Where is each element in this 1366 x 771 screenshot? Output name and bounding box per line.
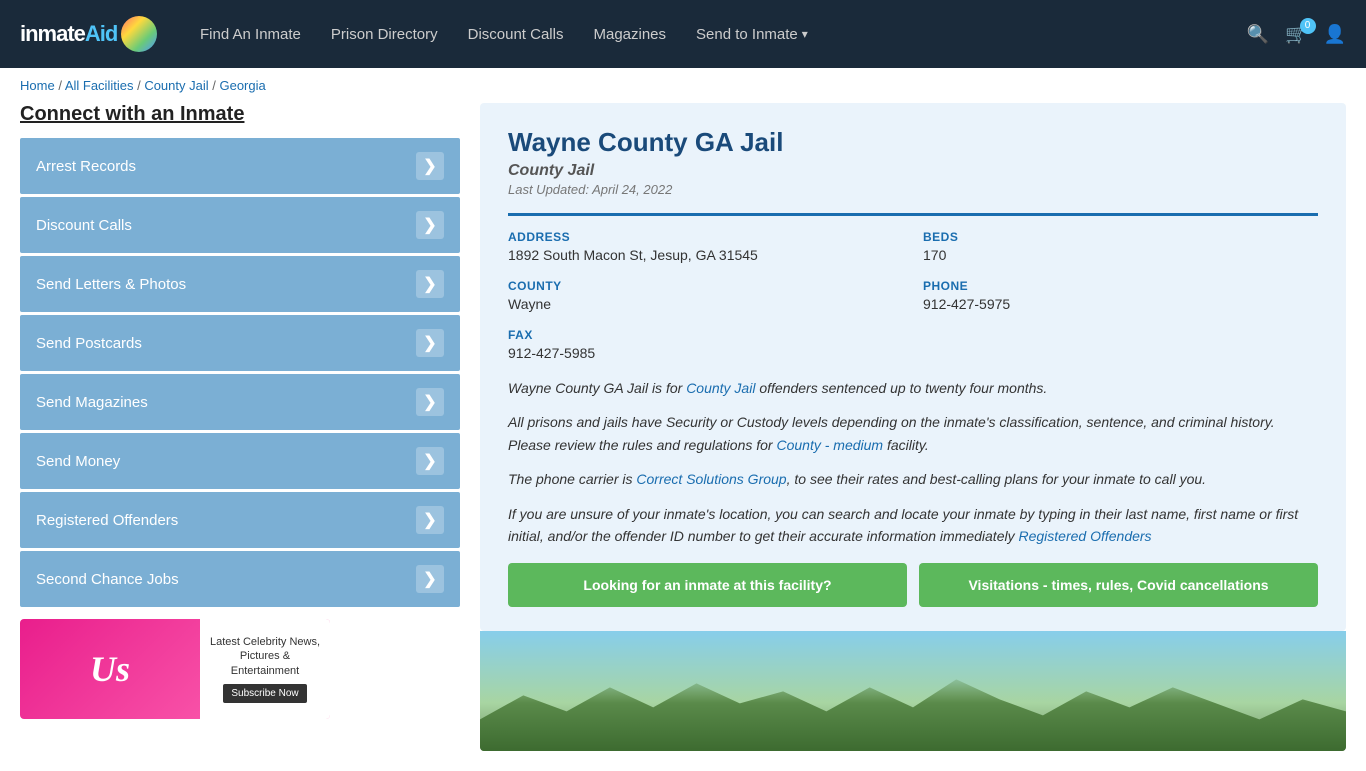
sidebar-item-send-money[interactable]: Send Money ❯: [20, 433, 460, 489]
facility-type: County Jail: [508, 162, 1318, 180]
chevron-right-icon: ❯: [416, 270, 444, 298]
breadcrumb-home[interactable]: Home: [20, 78, 55, 93]
breadcrumb-georgia[interactable]: Georgia: [219, 78, 265, 93]
main-content: Wayne County GA Jail County Jail Last Up…: [480, 103, 1346, 751]
county-value: Wayne: [508, 296, 903, 312]
breadcrumb-county-jail[interactable]: County Jail: [144, 78, 208, 93]
facility-title: Wayne County GA Jail: [508, 127, 1318, 158]
facility-info-grid: ADDRESS 1892 South Macon St, Jesup, GA 3…: [508, 213, 1318, 361]
sidebar-item-send-letters[interactable]: Send Letters & Photos ❯: [20, 256, 460, 312]
nav-send-to-inmate[interactable]: Send to Inmate ▾: [696, 26, 808, 43]
fax-block: FAX 912-427-5985: [508, 328, 903, 361]
ad-logo: Us: [90, 648, 130, 690]
facility-card: Wayne County GA Jail County Jail Last Up…: [480, 103, 1346, 631]
desc-paragraph-4: If you are unsure of your inmate's locat…: [508, 503, 1318, 548]
breadcrumb: Home / All Facilities / County Jail / Ge…: [0, 68, 1366, 103]
county-block: COUNTY Wayne: [508, 279, 903, 312]
sidebar-item-arrest-records[interactable]: Arrest Records ❯: [20, 138, 460, 194]
dropdown-arrow-icon: ▾: [802, 27, 808, 41]
county-medium-link[interactable]: County - medium: [776, 437, 883, 453]
phone-label: PHONE: [923, 279, 1318, 293]
ad-content: Latest Celebrity News, Pictures & Entert…: [200, 619, 330, 719]
logo[interactable]: inmateAid: [20, 16, 170, 52]
fax-value: 912-427-5985: [508, 345, 903, 361]
beds-label: BEDS: [923, 230, 1318, 244]
visitations-button[interactable]: Visitations - times, rules, Covid cancel…: [919, 563, 1318, 607]
site-header: inmateAid Find An Inmate Prison Director…: [0, 0, 1366, 68]
logo-icon: [121, 16, 157, 52]
ad-logo-area: Us: [20, 619, 200, 719]
sidebar: Connect with an Inmate Arrest Records ❯ …: [20, 103, 460, 751]
search-icon[interactable]: 🔍: [1247, 24, 1269, 45]
ad-subscribe-button[interactable]: Subscribe Now: [223, 684, 306, 703]
sidebar-item-discount-calls[interactable]: Discount Calls ❯: [20, 197, 460, 253]
beds-value: 170: [923, 247, 1318, 263]
address-block: ADDRESS 1892 South Macon St, Jesup, GA 3…: [508, 230, 903, 263]
chevron-right-icon: ❯: [416, 388, 444, 416]
chevron-right-icon: ❯: [416, 506, 444, 534]
chevron-right-icon: ❯: [416, 565, 444, 593]
find-inmate-button[interactable]: Looking for an inmate at this facility?: [508, 563, 907, 607]
nav-discount-calls[interactable]: Discount Calls: [468, 26, 564, 43]
nav-prison-directory[interactable]: Prison Directory: [331, 26, 438, 43]
chevron-right-icon: ❯: [416, 152, 444, 180]
header-icons: 🔍 🛒 0 👤: [1247, 24, 1346, 45]
nav-find-inmate[interactable]: Find An Inmate: [200, 26, 301, 43]
action-buttons: Looking for an inmate at this facility? …: [508, 563, 1318, 607]
ad-text: Latest Celebrity News, Pictures & Entert…: [208, 635, 322, 678]
registered-offenders-link[interactable]: Registered Offenders: [1018, 528, 1151, 544]
phone-block: PHONE 912-427-5975: [923, 279, 1318, 312]
main-layout: Connect with an Inmate Arrest Records ❯ …: [0, 103, 1366, 771]
cart-icon[interactable]: 🛒 0: [1285, 24, 1307, 45]
address-value: 1892 South Macon St, Jesup, GA 31545: [508, 247, 903, 263]
user-icon[interactable]: 👤: [1324, 24, 1346, 45]
phone-value: 912-427-5975: [923, 296, 1318, 312]
chevron-right-icon: ❯: [416, 447, 444, 475]
beds-block: BEDS 170: [923, 230, 1318, 263]
sidebar-item-second-chance-jobs[interactable]: Second Chance Jobs ❯: [20, 551, 460, 607]
chevron-right-icon: ❯: [416, 211, 444, 239]
cart-badge: 0: [1300, 18, 1316, 34]
sidebar-title: Connect with an Inmate: [20, 103, 460, 126]
address-label: ADDRESS: [508, 230, 903, 244]
advertisement-banner[interactable]: Us Latest Celebrity News, Pictures & Ent…: [20, 619, 330, 719]
county-label: COUNTY: [508, 279, 903, 293]
correct-solutions-link[interactable]: Correct Solutions Group: [636, 471, 786, 487]
chevron-right-icon: ❯: [416, 329, 444, 357]
nav-magazines[interactable]: Magazines: [593, 26, 666, 43]
desc-paragraph-2: All prisons and jails have Security or C…: [508, 411, 1318, 456]
photo-trees-decoration: [480, 671, 1346, 751]
facility-last-updated: Last Updated: April 24, 2022: [508, 182, 1318, 197]
desc-paragraph-1: Wayne County GA Jail is for County Jail …: [508, 377, 1318, 399]
sidebar-item-send-postcards[interactable]: Send Postcards ❯: [20, 315, 460, 371]
breadcrumb-all-facilities[interactable]: All Facilities: [65, 78, 134, 93]
sidebar-menu: Arrest Records ❯ Discount Calls ❯ Send L…: [20, 138, 460, 607]
county-jail-link[interactable]: County Jail: [686, 380, 755, 396]
facility-description: Wayne County GA Jail is for County Jail …: [508, 377, 1318, 547]
main-nav: Find An Inmate Prison Directory Discount…: [200, 26, 1217, 43]
desc-paragraph-3: The phone carrier is Correct Solutions G…: [508, 468, 1318, 490]
facility-photo: [480, 631, 1346, 751]
fax-label: FAX: [508, 328, 903, 342]
sidebar-item-send-magazines[interactable]: Send Magazines ❯: [20, 374, 460, 430]
sidebar-item-registered-offenders[interactable]: Registered Offenders ❯: [20, 492, 460, 548]
